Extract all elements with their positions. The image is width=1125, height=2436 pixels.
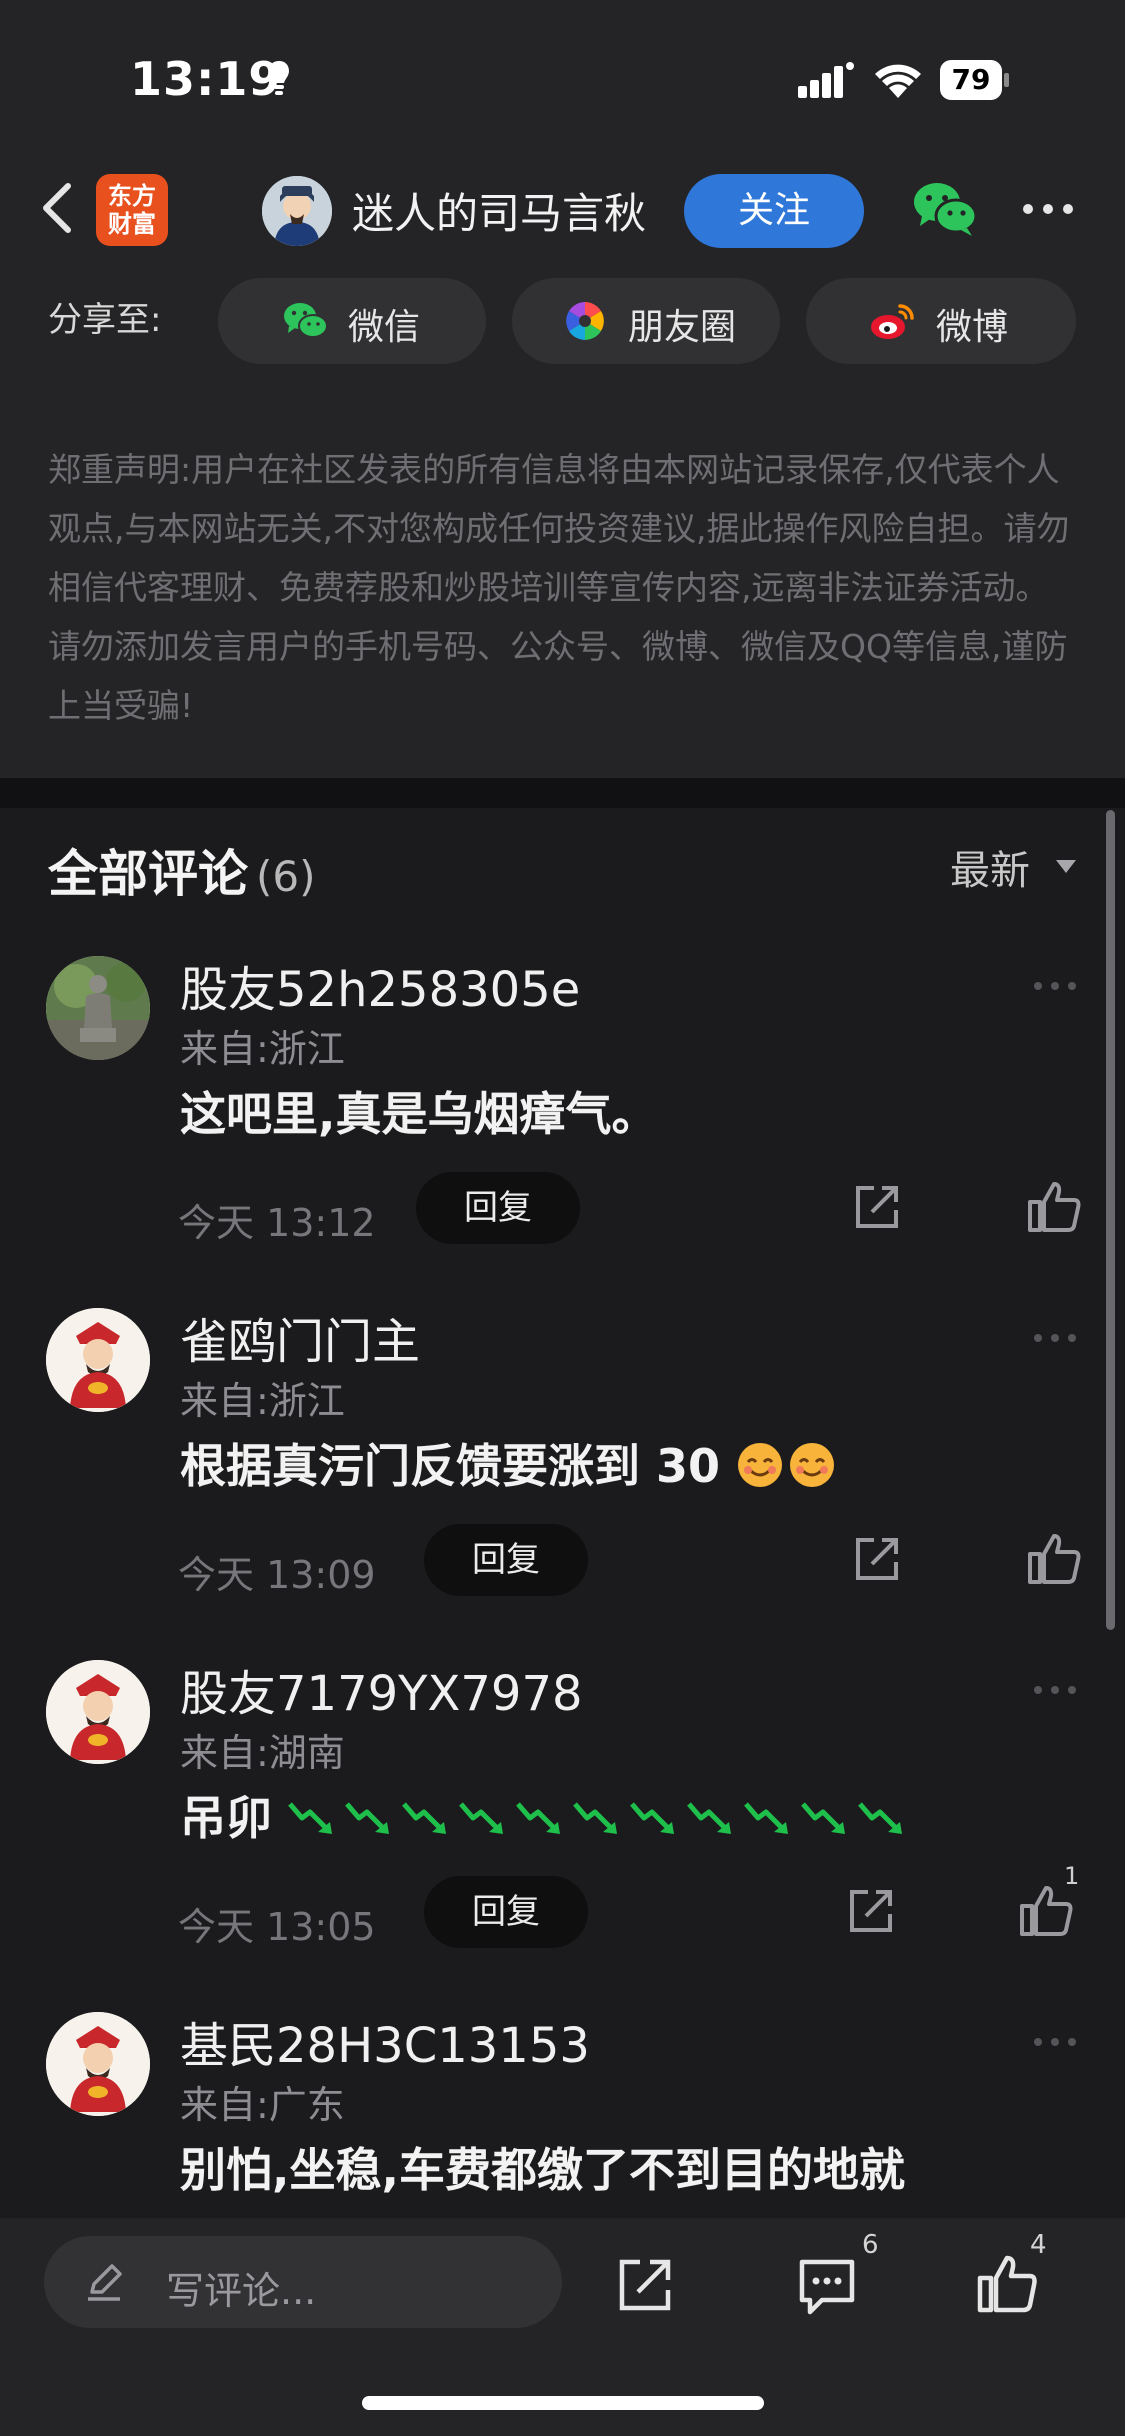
share-weibo-label: 微博 [936, 307, 1009, 348]
comment-username[interactable]: 基民28H3C13153 [180, 2006, 590, 2076]
more-icon[interactable] [1022, 202, 1074, 216]
share-icon[interactable] [846, 1886, 896, 1936]
comment-location: 来自:广东 [180, 2083, 345, 2127]
smile-emoji-2 [790, 1443, 835, 1487]
sort-select[interactable]: 最新 [950, 838, 1030, 896]
section-divider [0, 778, 1125, 808]
status-time: 13:19 [130, 52, 282, 106]
battery-level: 79 [940, 60, 1002, 100]
comment-text: 这吧里,真是乌烟瘴气。 [180, 1087, 658, 1141]
wechat-icon [284, 303, 328, 338]
home-indicator[interactable] [362, 2396, 764, 2410]
share-row: 分享至: 微信 朋友圈 微博 [0, 278, 1125, 380]
like-count: 1 [1064, 1862, 1080, 1890]
disclaimer-text: 郑重声明:用户在社区发表的所有信息将由本网站记录保存,仅代表个人观点,与本网站无… [48, 450, 1070, 725]
comment-item: 股友52h258305e 来自:浙江 这吧里,真是乌烟瘴气。 今天 13:12 … [0, 950, 1125, 1302]
wifi-icon [875, 64, 921, 98]
comment-item: 雀鸥门门主 来自:浙江 根据真污门反馈要涨到 30 今天 13:09 回复 [0, 1302, 1125, 1654]
share-icon[interactable] [852, 1182, 902, 1232]
more-icon[interactable] [1032, 1684, 1078, 1696]
comment-text: 吊卯 [180, 1782, 918, 1848]
status-bar: 13:19 79 [0, 0, 1125, 150]
comment-username[interactable]: 股友7179YX7978 [180, 1654, 583, 1724]
fortune-god-avatar[interactable] [46, 1308, 150, 1412]
moments-icon [566, 302, 604, 340]
share-moments-label: 朋友圈 [628, 307, 737, 348]
thumbs-up-icon[interactable] [1018, 1882, 1074, 1938]
battery-icon: 79 [940, 60, 1010, 100]
comment-count-badge: 6 [862, 2230, 879, 2260]
comment-input[interactable]: 写评论... [44, 2236, 562, 2328]
chart-decreasing-emoji-row [288, 1796, 918, 1840]
weibo-icon [871, 304, 914, 339]
smile-emoji-1 [738, 1443, 783, 1487]
lightbulb-icon [269, 61, 289, 95]
fortune-god-avatar[interactable] [46, 1660, 150, 1764]
follow-button[interactable]: 关注 [684, 174, 864, 248]
comment-time: 今天 13:05 [178, 1905, 376, 1949]
comment-item: 基民28H3C13153 来自:广东 别怕,坐稳,车费都缴了不到目的地就 [0, 2006, 1125, 2218]
caret-down-icon[interactable] [1056, 860, 1076, 874]
blush-smile-emoji [738, 1443, 835, 1487]
share-icon[interactable] [852, 1534, 902, 1584]
reply-button[interactable]: 回复 [424, 1876, 588, 1948]
nav-bar: 东方 财富 迷人的司马言秋 关注 [0, 150, 1125, 278]
share-wechat-button[interactable]: 微信 [218, 278, 486, 364]
comment-text: 别怕,坐稳,车费都缴了不到目的地就 [180, 2143, 905, 2197]
comment-location: 来自:浙江 [180, 1027, 345, 1071]
reply-button[interactable]: 回复 [424, 1524, 588, 1596]
comment-text: 根据真污门反馈要涨到 30 [180, 1430, 836, 1496]
fortune-god-avatar[interactable] [46, 2012, 150, 2116]
thumbs-up-icon[interactable] [1026, 1530, 1082, 1586]
comment-location: 来自:浙江 [180, 1379, 345, 1423]
comment-input-placeholder: 写评论... [166, 2269, 317, 2313]
comments-count: (6) [256, 852, 316, 901]
cellular-signal-icon [798, 62, 854, 98]
statue-avatar[interactable] [46, 956, 150, 1060]
more-icon[interactable] [1032, 1332, 1078, 1344]
wechat-icon[interactable] [912, 180, 978, 238]
thumbs-up-icon[interactable] [1026, 1178, 1082, 1234]
app-logo: 东方 财富 [96, 174, 168, 246]
comment-item: 股友7179YX7978 来自:湖南 吊卯 今天 13:05 回复 1 [0, 1654, 1125, 2006]
share-moments-button[interactable]: 朋友圈 [512, 278, 780, 364]
more-icon[interactable] [1032, 2036, 1078, 2048]
comments-section: 全部评论 (6) 最新 股友52h258305e 来自:浙江 这吧里,真是乌烟瘴气… [0, 808, 1125, 2218]
reply-button[interactable]: 回复 [416, 1172, 580, 1244]
comments-title: 全部评论 (6) [48, 845, 316, 903]
comment-time: 今天 13:12 [178, 1201, 376, 1245]
share-weibo-button[interactable]: 微博 [806, 278, 1076, 364]
disclaimer-panel: 郑重声明:用户在社区发表的所有信息将由本网站记录保存,仅代表个人观点,与本网站无… [0, 380, 1125, 778]
pencil-icon [88, 2264, 122, 2301]
back-arrow-icon[interactable] [36, 178, 80, 238]
share-wechat-label: 微信 [348, 307, 421, 348]
comment-bubble-icon[interactable] [796, 2256, 858, 2316]
like-count-badge: 4 [1030, 2230, 1047, 2260]
thumbs-up-icon[interactable] [976, 2252, 1038, 2314]
comment-username[interactable]: 雀鸥门门主 [180, 1302, 420, 1372]
comment-username[interactable]: 股友52h258305e [180, 950, 580, 1020]
comment-time: 今天 13:09 [178, 1553, 376, 1597]
share-icon[interactable] [616, 2256, 674, 2314]
share-label: 分享至: [48, 300, 162, 340]
author-name[interactable]: 迷人的司马言秋 [352, 180, 646, 241]
comment-location: 来自:湖南 [180, 1731, 345, 1775]
author-avatar[interactable] [262, 176, 332, 246]
more-icon[interactable] [1032, 980, 1078, 992]
